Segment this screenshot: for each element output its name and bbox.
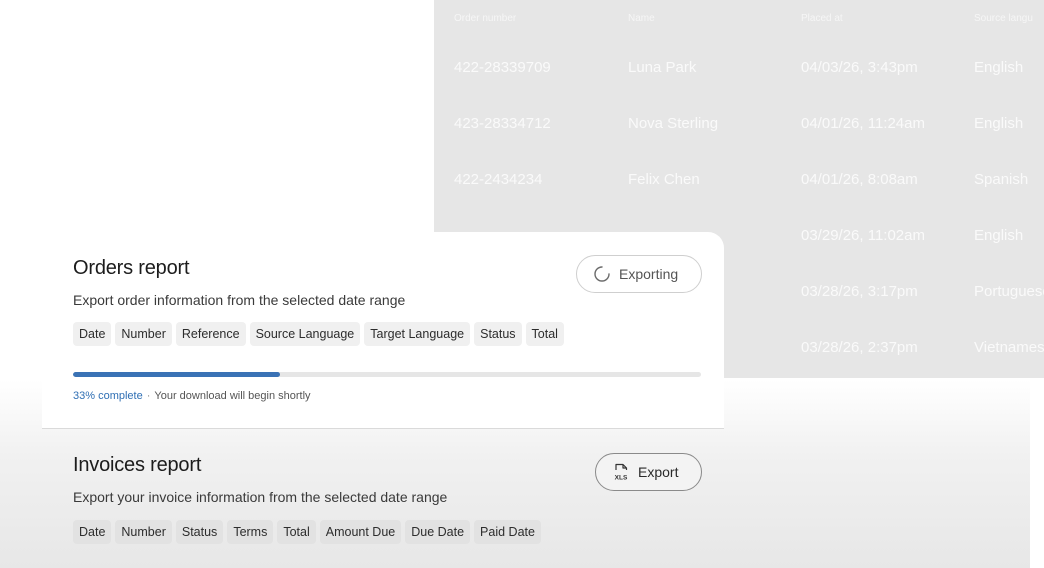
orders-report-subtitle: Export order information from the select… — [73, 292, 406, 308]
export-progress-status: 33% complete · Your download will begin sh… — [73, 390, 311, 402]
order-number: 422-28339709 — [454, 59, 551, 76]
table-row[interactable]: 423-28334712 Nova Sterling 04/01/26, 11:… — [434, 96, 1044, 152]
field-chip: Source Language — [249, 322, 361, 346]
xls-file-icon: XLS — [612, 462, 630, 482]
field-chip: Status — [175, 520, 224, 544]
field-chip: Total — [277, 520, 316, 544]
header-name: Name — [628, 13, 655, 24]
field-chip: Number — [115, 520, 172, 544]
customer-name: Nova Sterling — [628, 115, 719, 132]
field-chip: Total — [525, 322, 564, 346]
spinner-icon — [593, 265, 611, 283]
svg-text:XLS: XLS — [615, 475, 628, 482]
invoices-report-fields: Date Number Status Terms Total Amount Du… — [73, 520, 541, 544]
invoices-report-card: Invoices report Export your invoice info… — [42, 430, 724, 568]
placed-at: 03/28/26, 3:17pm — [801, 283, 918, 300]
field-chip: Paid Date — [474, 520, 541, 544]
source-language: English — [974, 115, 1024, 132]
order-number: 423-28334712 — [454, 115, 551, 132]
field-chip: Due Date — [405, 520, 471, 544]
field-chip: Status — [474, 322, 522, 346]
field-chip: Amount Due — [319, 520, 402, 544]
field-chip: Date — [73, 322, 112, 346]
export-progress-fill — [73, 372, 281, 377]
orders-report-title: Orders report — [73, 257, 190, 279]
source-language: English — [974, 59, 1024, 76]
progress-note: Your download will begin shortly — [154, 390, 311, 402]
customer-name: Luna Park — [628, 59, 697, 76]
header-source-language: Source langu — [974, 13, 1033, 24]
export-button-label: Export — [638, 464, 679, 480]
invoices-report-subtitle: Export your invoice information from the… — [73, 489, 448, 505]
header-order-number: Order number — [454, 13, 517, 24]
orders-report-card: Orders report Export order information f… — [42, 232, 724, 429]
customer-name: Felix Chen — [628, 171, 700, 188]
field-chip: Reference — [175, 322, 246, 346]
source-language: English — [974, 227, 1024, 244]
exporting-button[interactable]: Exporting — [576, 255, 702, 293]
placed-at: 04/01/26, 11:24am — [801, 115, 925, 132]
field-chip: Terms — [227, 520, 274, 544]
placed-at: 04/01/26, 8:08am — [801, 171, 918, 188]
placed-at: 03/29/26, 11:02am — [801, 227, 925, 244]
progress-separator: · — [146, 390, 151, 402]
source-language: Vietnamese — [974, 339, 1044, 356]
table-row[interactable]: 422-2434234 Felix Chen 04/01/26, 8:08am … — [434, 152, 1044, 208]
export-progress-bar — [73, 372, 701, 377]
invoices-report-title: Invoices report — [73, 454, 202, 476]
header-placed-at: Placed at — [801, 13, 843, 24]
field-chip: Date — [73, 520, 112, 544]
field-chip: Target Language — [364, 322, 471, 346]
source-language: Portuguese — [974, 283, 1044, 300]
table-header: Order number Name Placed at Source langu — [434, 0, 1044, 36]
placed-at: 04/03/26, 3:43pm — [801, 59, 918, 76]
source-language: Spanish — [974, 171, 1029, 188]
exporting-button-label: Exporting — [619, 266, 679, 282]
orders-report-fields: Date Number Reference Source Language Ta… — [73, 322, 564, 346]
placed-at: 03/28/26, 2:37pm — [801, 339, 918, 356]
export-button[interactable]: XLS Export — [595, 453, 702, 491]
progress-percent-label: 33% complete — [73, 390, 143, 402]
table-row[interactable]: 422-28339709 Luna Park 04/03/26, 3:43pm … — [434, 40, 1044, 96]
order-number: 422-2434234 — [454, 171, 543, 188]
field-chip: Number — [115, 322, 172, 346]
